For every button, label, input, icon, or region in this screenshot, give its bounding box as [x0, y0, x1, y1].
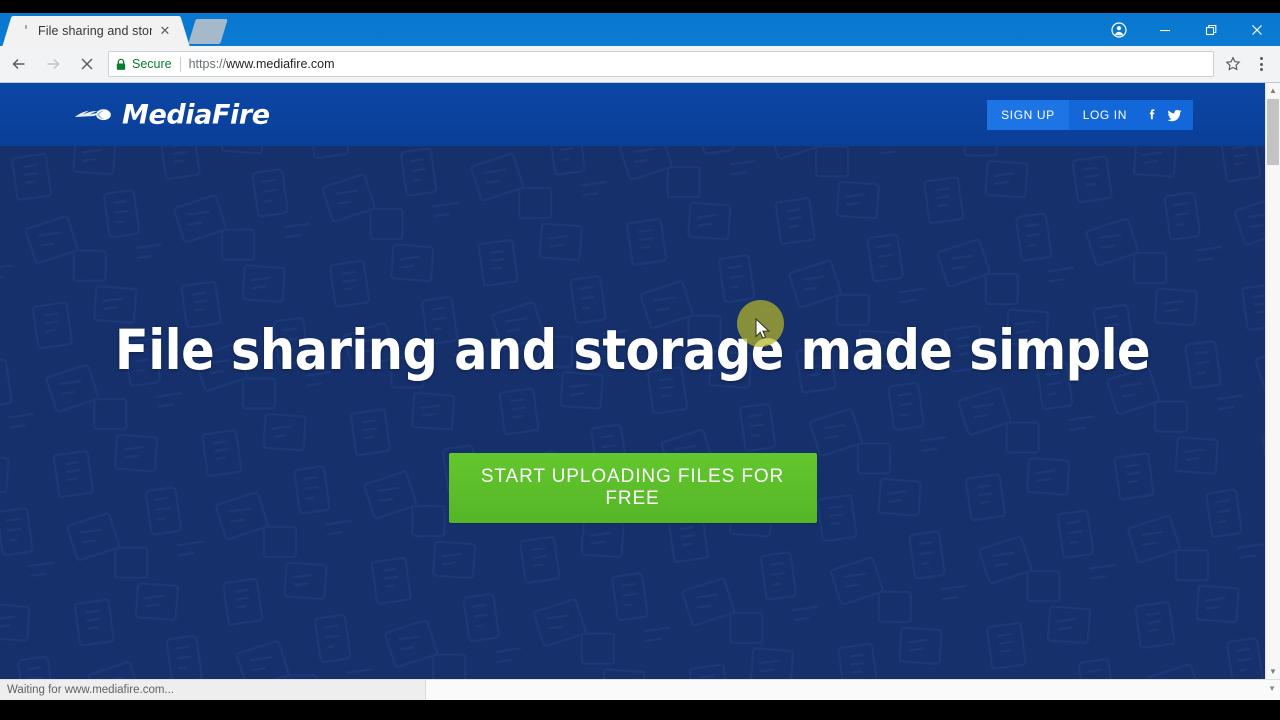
hero-section: File sharing and storage made simple STA… — [0, 146, 1265, 679]
browser-status-bar: Waiting for www.mediafire.com... ▼ — [0, 679, 1280, 700]
window-controls — [1096, 13, 1280, 46]
minimize-button[interactable] — [1142, 13, 1188, 46]
start-uploading-button[interactable]: START UPLOADING FILES FOR FREE — [448, 453, 817, 523]
hero-background-pattern — [0, 146, 1265, 679]
tab-strip: File sharing and storage ✕ — [0, 13, 1280, 46]
web-page: MediaFire SIGN UP LOG IN File sharing an… — [0, 83, 1265, 679]
address-bar-url: https://www.mediafire.com — [189, 57, 335, 71]
sign-up-button[interactable]: SIGN UP — [987, 99, 1069, 130]
url-host: www.mediafire.com — [226, 57, 335, 71]
status-text: Waiting for www.mediafire.com... — [7, 684, 175, 696]
mediafire-logo[interactable]: MediaFire — [73, 99, 270, 130]
forward-arrow-icon — [38, 49, 68, 79]
facebook-icon[interactable] — [1141, 100, 1163, 130]
page-scrollbar[interactable]: ▲ ▼ — [1265, 83, 1280, 679]
site-header: MediaFire SIGN UP LOG IN — [0, 83, 1265, 146]
address-bar[interactable]: Secure https://www.mediafire.com — [108, 51, 1214, 77]
header-actions: SIGN UP LOG IN — [987, 99, 1193, 130]
restore-button[interactable] — [1188, 13, 1234, 46]
tab-loading-spinner-icon — [20, 24, 34, 38]
page-viewport: MediaFire SIGN UP LOG IN File sharing an… — [0, 83, 1280, 679]
security-status-label: Secure — [132, 57, 172, 71]
scrollbar-up-arrow[interactable]: ▲ — [1266, 83, 1280, 98]
twitter-icon[interactable] — [1163, 100, 1185, 130]
browser-toolbar: Secure https://www.mediafire.com — [0, 46, 1280, 83]
profile-icon[interactable] — [1096, 13, 1142, 46]
log-in-button[interactable]: LOG IN — [1069, 100, 1141, 130]
stop-loading-icon[interactable] — [72, 49, 102, 79]
omnibox-divider — [179, 56, 181, 72]
scrollbar-thumb[interactable] — [1267, 99, 1279, 165]
url-scheme: https:// — [188, 57, 227, 71]
status-chip: Waiting for www.mediafire.com... — [0, 680, 426, 700]
close-button[interactable] — [1234, 13, 1280, 46]
mouse-cursor — [755, 318, 771, 339]
cta-container: START UPLOADING FILES FOR FREE — [0, 453, 1265, 523]
screen: File sharing and storage ✕ — [0, 0, 1280, 720]
comet-logo-icon — [73, 104, 113, 126]
browser-window: File sharing and storage ✕ — [0, 13, 1280, 700]
star-icon[interactable] — [1220, 51, 1246, 77]
status-caret-icon: ▼ — [1268, 684, 1276, 693]
browser-tab-active[interactable]: File sharing and storage ✕ — [14, 16, 178, 46]
new-tab-button[interactable] — [188, 19, 228, 44]
scrollbar-down-arrow[interactable]: ▼ — [1266, 664, 1280, 679]
tab-title: File sharing and storage — [38, 24, 152, 38]
green-padlock-icon — [115, 58, 127, 71]
three-dot-menu-icon[interactable] — [1248, 49, 1274, 79]
back-arrow-icon[interactable] — [4, 49, 34, 79]
tab-close-icon[interactable]: ✕ — [158, 24, 172, 38]
hero-headline: File sharing and storage made simple — [114, 318, 1151, 382]
brand-name: MediaFire — [122, 99, 270, 130]
